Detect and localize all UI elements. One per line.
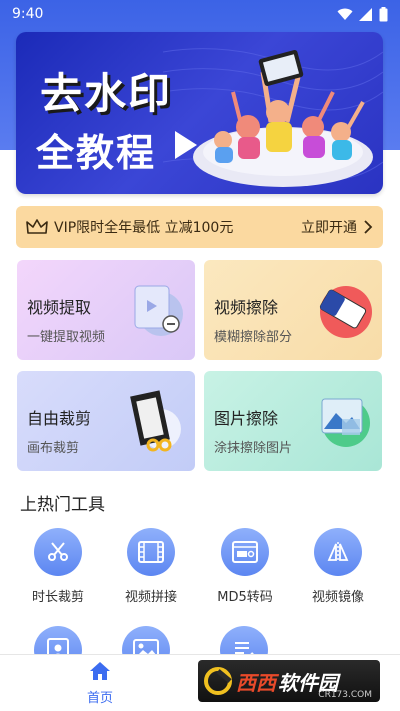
- section-title: 上热门工具: [20, 495, 105, 515]
- crown-icon: [26, 219, 48, 234]
- vip-promo-text: VIP限时全年最低 立减100元: [54, 220, 234, 236]
- film-crop-icon: [130, 390, 181, 452]
- play-icon: [175, 131, 197, 159]
- tool-label: 视频镜像: [311, 590, 364, 605]
- status-bar: 9:40: [0, 0, 400, 28]
- video-link-icon: [134, 285, 183, 336]
- banner-title-line2: 全教程: [36, 131, 157, 175]
- tool-md5-convert[interactable]: MD5转码: [199, 528, 291, 605]
- chevron-right-icon: [364, 220, 373, 234]
- tool-label: MD5转码: [217, 590, 273, 605]
- vip-activate-button[interactable]: 立即开通: [301, 217, 357, 237]
- video-extract-card[interactable]: 视频提取 一键提取视频: [17, 260, 195, 360]
- mirror-icon: [314, 528, 362, 576]
- image-erase-card[interactable]: 图片擦除 涂抹擦除图片: [204, 371, 382, 471]
- site-watermark: 西西 软件园 CR173.COM: [198, 660, 380, 702]
- banner-title-line1: 去水印: [40, 69, 173, 118]
- nav-home-tab[interactable]: 首页: [75, 661, 125, 706]
- free-crop-card[interactable]: 自由裁剪 画布裁剪: [17, 371, 195, 471]
- watermark-brand1: 西西: [236, 670, 276, 695]
- status-time: 9:40: [12, 6, 44, 22]
- eraser-icon: [319, 286, 372, 338]
- party-crowd-illustration: [163, 48, 383, 187]
- home-icon: [90, 662, 110, 680]
- video-erase-card[interactable]: 视频擦除 模糊擦除部分: [204, 260, 382, 360]
- nav-home-label: 首页: [86, 691, 113, 706]
- tool-video-mirror[interactable]: 视频镜像: [292, 528, 384, 605]
- image-erase-icon: [321, 398, 370, 447]
- wifi-icon: [337, 8, 353, 20]
- signal-icon: [359, 7, 372, 21]
- tool-label: 视频拼接: [124, 590, 177, 605]
- tool-video-merge[interactable]: 视频拼接: [105, 528, 197, 605]
- battery-icon: [379, 6, 388, 21]
- vip-promo-bar[interactable]: VIP限时全年最低 立减100元 立即开通: [16, 206, 383, 248]
- scissors-icon: [34, 528, 82, 576]
- film-strip-icon: [127, 528, 175, 576]
- status-icons: [337, 6, 388, 22]
- md5-icon: [221, 528, 269, 576]
- watermark-url: CR173.COM: [318, 690, 372, 700]
- tool-label: 时长裁剪: [31, 590, 84, 605]
- tutorial-banner[interactable]: 去水印 全教程: [16, 32, 383, 194]
- watermark-logo: [204, 667, 232, 695]
- tool-duration-crop[interactable]: 时长裁剪: [12, 528, 104, 605]
